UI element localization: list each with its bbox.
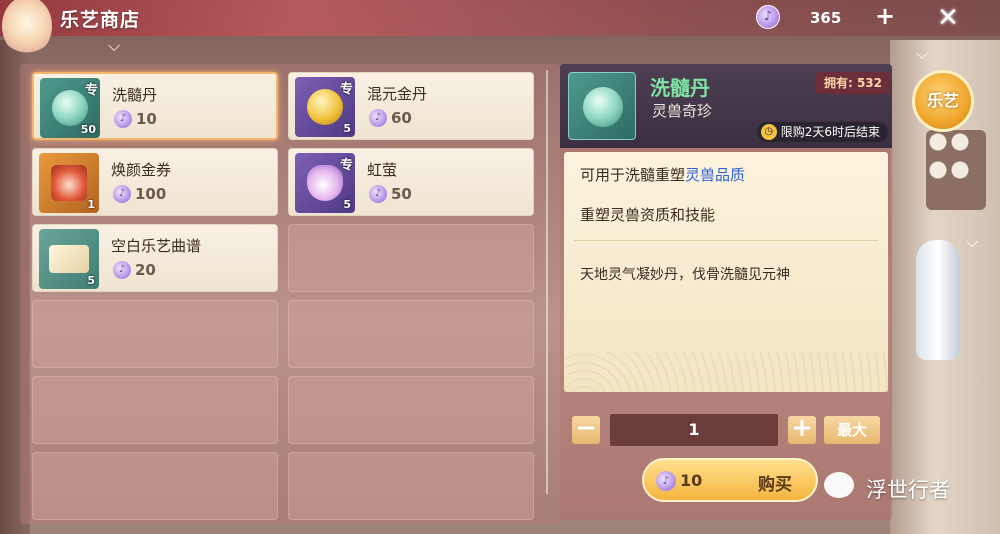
description-highlight: 灵兽品质 bbox=[685, 166, 746, 184]
detail-thumbnail bbox=[568, 72, 636, 140]
item-count: 50 bbox=[80, 123, 96, 136]
limit-text: 限购2天6时后结束 bbox=[780, 125, 880, 139]
item-name: 虹萤 bbox=[367, 161, 398, 179]
watermark-text: 浮世行者 bbox=[866, 478, 950, 502]
shop-item-card[interactable]: 5 空白乐艺曲谱 ♪ 20 bbox=[32, 224, 278, 292]
shop-item-card[interactable]: 专 50 洗髓丹 ♪ 10 bbox=[32, 72, 278, 140]
item-name: 焕颜金券 bbox=[111, 161, 172, 179]
item-thumbnail: 专 5 bbox=[295, 77, 355, 137]
item-price: 100 bbox=[135, 185, 167, 203]
music-coin-icon: ♪ bbox=[114, 110, 132, 128]
description-line-1: 可用于洗髓重塑灵兽品质 bbox=[580, 164, 745, 185]
description-line-2: 重塑灵兽资质和技能 bbox=[580, 206, 716, 224]
item-thumbnail: 1 bbox=[39, 153, 99, 213]
music-coin-icon: ♪ bbox=[756, 5, 780, 29]
wechat-icon bbox=[824, 472, 854, 498]
item-count: 5 bbox=[343, 198, 351, 211]
item-price: 10 bbox=[136, 110, 157, 128]
exclusive-tag: 专 bbox=[339, 82, 353, 97]
scroll-score-icon bbox=[49, 245, 89, 273]
currency-amount: 365 bbox=[810, 9, 842, 27]
buy-button[interactable]: ♪ 10 购买 bbox=[642, 458, 818, 502]
quantity-increase-button[interactable]: + bbox=[788, 415, 816, 444]
coupon-icon bbox=[51, 165, 87, 201]
add-currency-button[interactable]: + bbox=[872, 4, 898, 30]
item-price: 50 bbox=[391, 185, 412, 203]
item-grid-panel: 专 50 洗髓丹 ♪ 10 专 5 混元金丹 ♪ 60 1 焕颜金券 ♪ 100… bbox=[20, 64, 560, 524]
item-price: 60 bbox=[391, 109, 412, 127]
shop-item-card[interactable]: 专 5 混元金丹 ♪ 60 bbox=[288, 72, 534, 140]
quantity-max-button[interactable]: 最大 bbox=[824, 416, 880, 444]
music-coin-icon: ♪ bbox=[113, 185, 131, 203]
item-count: 5 bbox=[343, 122, 351, 135]
item-name: 混元金丹 bbox=[367, 85, 428, 103]
wave-pattern-decoration bbox=[564, 352, 888, 392]
empty-slot bbox=[288, 452, 534, 520]
empty-slot bbox=[288, 224, 534, 292]
detail-header: 洗髓丹 灵兽奇珍 拥有: 532 ◷ 限购2天6时后结束 bbox=[560, 64, 892, 148]
shop-item-card[interactable]: 专 5 虹萤 ♪ 50 bbox=[288, 148, 534, 216]
item-name: 空白乐艺曲谱 bbox=[111, 237, 202, 255]
close-button[interactable]: ✕ bbox=[930, 4, 966, 34]
flavor-text: 天地灵气凝妙丹，伐骨洗髓见元神 bbox=[580, 267, 790, 283]
empty-slot bbox=[32, 300, 278, 368]
detail-item-category: 灵兽奇珍 bbox=[652, 102, 713, 120]
jade-pill-icon bbox=[52, 90, 88, 126]
item-price: 20 bbox=[135, 261, 156, 279]
music-coin-icon: ♪ bbox=[369, 109, 387, 127]
item-thumbnail: 专 5 bbox=[295, 153, 355, 213]
clock-icon: ◷ bbox=[760, 124, 777, 140]
item-thumbnail: 5 bbox=[39, 229, 99, 289]
shop-item-card[interactable]: 1 焕颜金券 ♪ 100 bbox=[32, 148, 278, 216]
jade-pill-icon bbox=[583, 87, 623, 127]
item-count: 1 bbox=[87, 198, 95, 211]
scrollbar-track[interactable] bbox=[546, 70, 548, 494]
item-thumbnail: 专 50 bbox=[40, 78, 100, 138]
bird-decoration-icon: ⌵ bbox=[966, 232, 979, 251]
potion-bottle-icon bbox=[307, 165, 343, 201]
music-art-badge-button[interactable]: 乐艺 bbox=[912, 70, 974, 132]
buy-label: 购买 bbox=[758, 475, 792, 495]
description-text: 可用于洗髓重塑 bbox=[580, 166, 686, 184]
quantity-decrease-button[interactable]: − bbox=[572, 415, 600, 444]
empty-slot bbox=[288, 376, 534, 444]
empty-slot bbox=[32, 452, 278, 520]
exclusive-tag: 专 bbox=[339, 158, 353, 173]
top-bar bbox=[0, 0, 1000, 36]
shop-title: 乐艺商店 bbox=[60, 9, 141, 31]
item-name: 洗髓丹 bbox=[112, 86, 158, 104]
exclusive-tag: 专 bbox=[84, 83, 98, 98]
bird-decoration-icon: ⌵ bbox=[916, 44, 929, 63]
item-count: 5 bbox=[87, 274, 95, 287]
detail-item-name: 洗髓丹 bbox=[650, 76, 710, 100]
music-coin-icon: ♪ bbox=[656, 471, 676, 491]
owned-value: 532 bbox=[856, 76, 882, 90]
music-coin-icon: ♪ bbox=[113, 261, 131, 279]
owned-count-badge: 拥有: 532 bbox=[815, 72, 890, 94]
empty-slot bbox=[32, 376, 278, 444]
divider bbox=[574, 240, 878, 241]
background-vase bbox=[916, 240, 960, 360]
lantern-icon bbox=[2, 0, 52, 56]
bird-decoration-icon: ⌵ bbox=[108, 36, 121, 55]
golden-orb-icon bbox=[307, 89, 343, 125]
background-shelf bbox=[926, 130, 986, 210]
item-detail-panel: 洗髓丹 灵兽奇珍 拥有: 532 ◷ 限购2天6时后结束 可用于洗髓重塑灵兽品质… bbox=[560, 64, 892, 520]
buy-price: 10 bbox=[680, 471, 703, 490]
limit-timer-badge: ◷ 限购2天6时后结束 bbox=[756, 122, 888, 142]
empty-slot bbox=[288, 300, 534, 368]
quantity-field[interactable]: 1 bbox=[610, 414, 778, 446]
music-coin-icon: ♪ bbox=[369, 185, 387, 203]
detail-description-box: 可用于洗髓重塑灵兽品质 重塑灵兽资质和技能 天地灵气凝妙丹，伐骨洗髓见元神 bbox=[564, 152, 888, 392]
owned-label: 拥有: bbox=[823, 76, 853, 90]
